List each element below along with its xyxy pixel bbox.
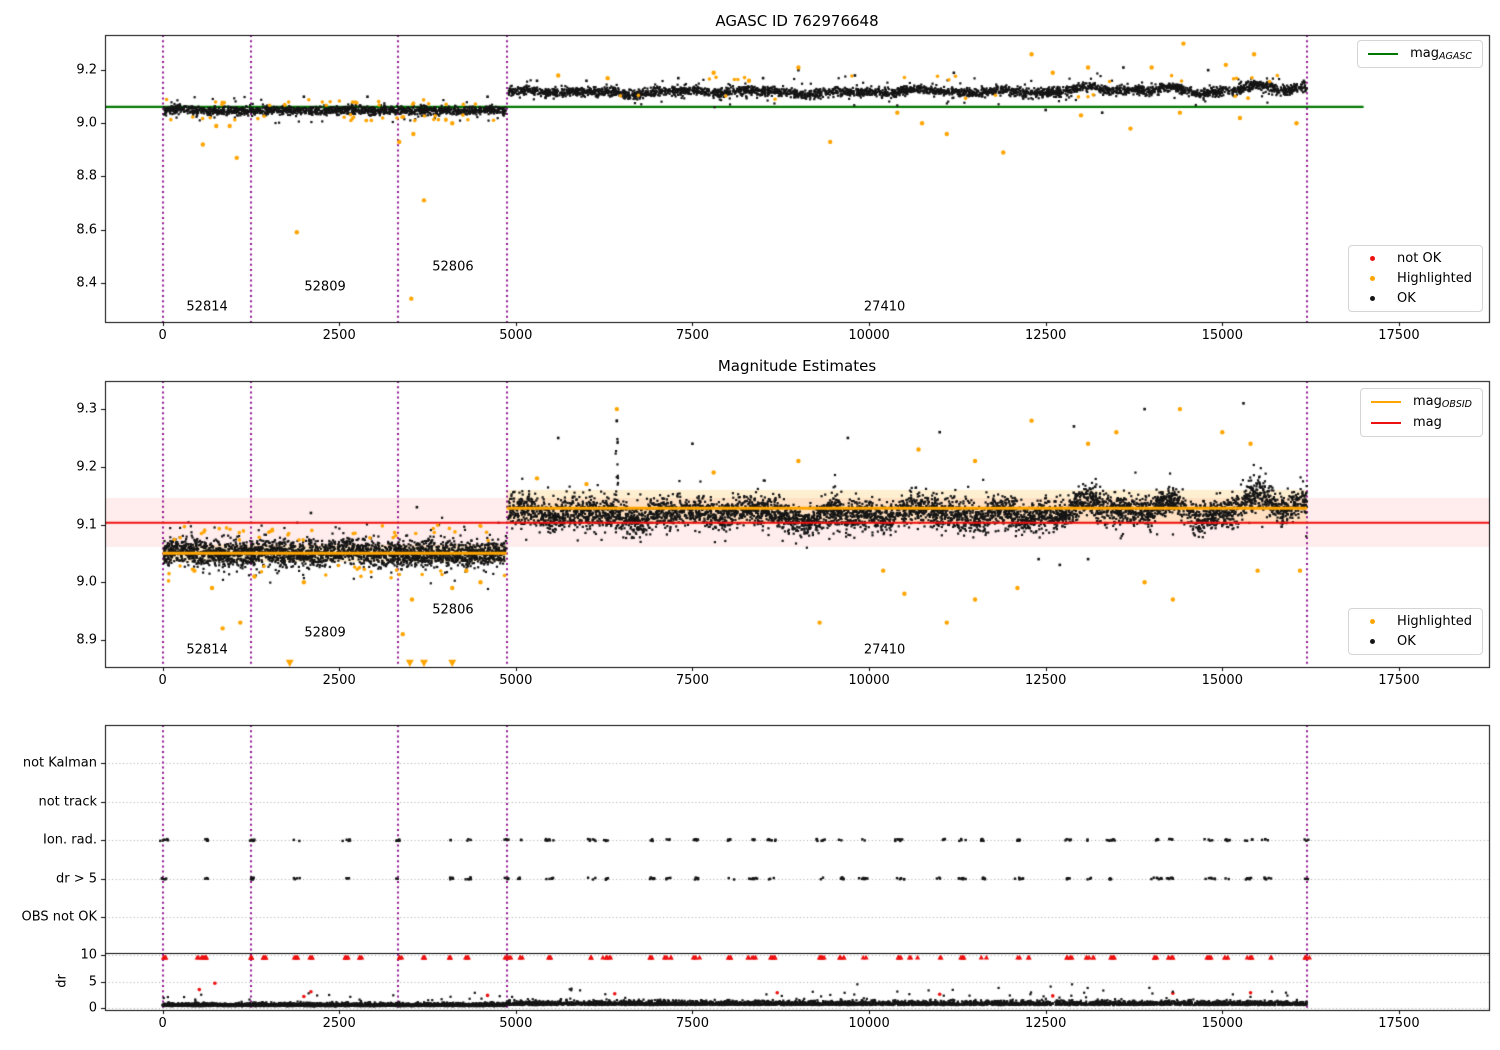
- x-tick-label: 0: [158, 1016, 167, 1031]
- dr-tick-label: 0: [88, 1000, 97, 1016]
- black-dot-icon: [1359, 639, 1385, 644]
- x-tick-label: 2500: [322, 1016, 356, 1031]
- legend-row: not OK: [1359, 251, 1472, 266]
- orange-dot-icon: [1359, 276, 1385, 281]
- y-tick-label: 8.4: [76, 275, 97, 291]
- legend-row: magAGASC: [1368, 46, 1472, 62]
- x-tick-label: 5000: [499, 673, 533, 688]
- legend-row: Highlighted: [1359, 271, 1472, 286]
- legend-label: mag: [1412, 415, 1442, 430]
- figure-canvas: [0, 0, 1500, 1050]
- obsid-label: 52814: [186, 299, 228, 315]
- y-tick-label: 9.1: [76, 517, 97, 532]
- x-tick-label: 15000: [1201, 673, 1243, 688]
- legend-row: OK: [1359, 291, 1472, 306]
- y-tick-label: 8.8: [76, 168, 97, 184]
- y-tick-label: 9.0: [76, 574, 97, 590]
- x-tick-label: 15000: [1201, 328, 1243, 343]
- y-tick-label: 9.2: [76, 459, 97, 475]
- black-dot-icon: [1359, 296, 1385, 301]
- x-tick-label: 5000: [499, 328, 533, 343]
- flag-category-label: not Kalman: [22, 755, 97, 771]
- legend-top-markers: not OK Highlighted OK: [1348, 245, 1483, 312]
- dr-axis-label: dr: [54, 974, 70, 988]
- x-tick-label: 0: [158, 673, 167, 688]
- obsid-label: 27410: [863, 642, 906, 658]
- red-line-swatch: [1370, 422, 1401, 424]
- legend-label: OK: [1397, 634, 1416, 649]
- y-tick-label: 8.6: [76, 222, 97, 238]
- figure: AGASC ID 762976648 Magnitude Estimates m…: [0, 0, 1500, 1050]
- flag-category-label: dr > 5: [55, 871, 97, 886]
- legend-label: magOBSID: [1412, 394, 1472, 410]
- flag-category-label: Ion. rad.: [43, 832, 97, 848]
- flag-category-label: OBS not OK: [21, 909, 98, 925]
- x-tick-label: 10000: [848, 328, 890, 343]
- y-tick-label: 8.9: [76, 632, 97, 648]
- legend-mag-obsid: magOBSID mag: [1359, 388, 1483, 437]
- green-line-swatch: [1368, 53, 1399, 55]
- x-tick-label: 10000: [848, 1016, 890, 1031]
- legend-mag-agasc: magAGASC: [1357, 40, 1483, 68]
- obsid-label: 52809: [304, 279, 346, 295]
- obsid-label: 52806: [432, 259, 474, 275]
- x-tick-label: 7500: [675, 673, 709, 688]
- x-tick-label: 17500: [1378, 328, 1420, 343]
- dr-tick-label: 10: [80, 947, 97, 963]
- x-tick-label: 17500: [1378, 673, 1420, 688]
- flag-category-label: not track: [38, 794, 97, 809]
- x-tick-label: 5000: [499, 1016, 533, 1031]
- dr-tick-label: 5: [88, 974, 97, 990]
- legend-label: Highlighted: [1397, 614, 1472, 629]
- obsid-label: 27410: [863, 299, 906, 315]
- obsid-label: 52809: [304, 625, 346, 641]
- y-tick-label: 9.2: [76, 62, 97, 78]
- obsid-label: 52806: [432, 602, 474, 618]
- red-dot-icon: [1359, 256, 1385, 261]
- x-tick-label: 7500: [675, 1016, 709, 1031]
- y-tick-label: 9.0: [76, 115, 97, 131]
- orange-dot-icon: [1359, 619, 1385, 624]
- legend-label: not OK: [1397, 251, 1442, 266]
- legend-label: magAGASC: [1410, 46, 1472, 62]
- x-tick-label: 17500: [1378, 1016, 1420, 1031]
- plot-title-middle: Magnitude Estimates: [717, 357, 877, 375]
- legend-label: OK: [1397, 291, 1416, 306]
- legend-row: magOBSID: [1370, 394, 1472, 410]
- x-tick-label: 0: [158, 328, 167, 343]
- legend-row: Highlighted: [1359, 614, 1472, 629]
- obsid-label: 52814: [186, 642, 228, 658]
- orange-line-swatch: [1370, 401, 1401, 403]
- x-tick-label: 2500: [322, 673, 356, 688]
- x-tick-label: 12500: [1024, 328, 1067, 343]
- x-tick-label: 12500: [1024, 1016, 1067, 1031]
- x-tick-label: 2500: [322, 328, 356, 343]
- legend-mid-markers: Highlighted OK: [1348, 608, 1483, 655]
- x-tick-label: 7500: [675, 328, 709, 343]
- x-tick-label: 10000: [848, 673, 890, 688]
- x-tick-label: 12500: [1024, 673, 1067, 688]
- y-tick-label: 9.3: [76, 401, 97, 417]
- plot-title-top: AGASC ID 762976648: [715, 12, 879, 30]
- x-tick-label: 15000: [1201, 1016, 1243, 1031]
- legend-row: mag: [1370, 415, 1472, 431]
- legend-row: OK: [1359, 634, 1472, 649]
- legend-label: Highlighted: [1397, 271, 1472, 286]
